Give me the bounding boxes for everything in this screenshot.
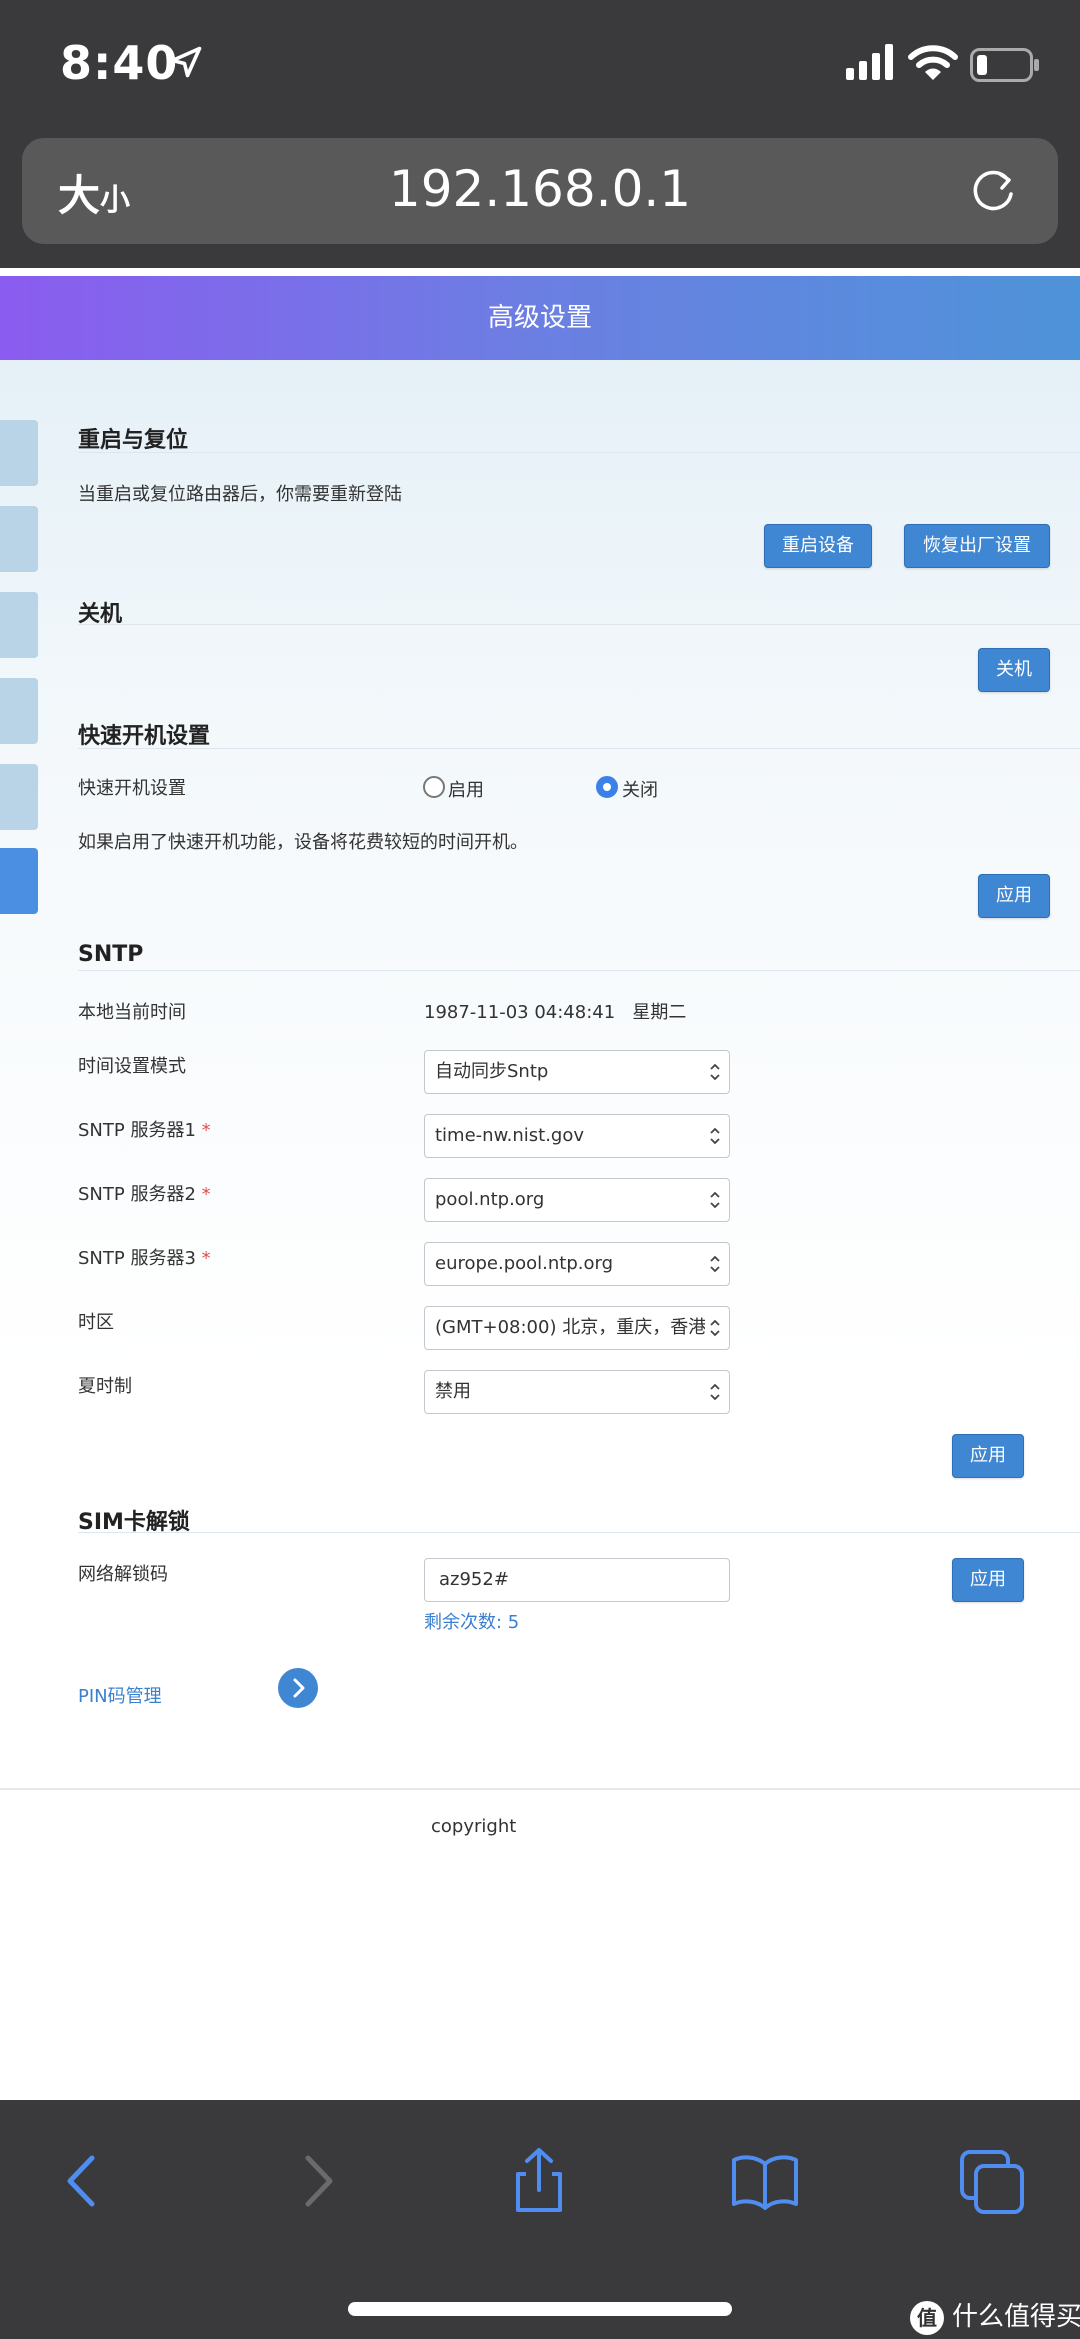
chevron-updown-icon [710,1255,720,1273]
time-mode-value: 自动同步Sntp [435,1061,549,1082]
watermark: 值什么值得买 [910,2296,1080,2335]
section-divider [78,624,1080,625]
sntp-server1-label-text: SNTP 服务器1 [78,1120,196,1141]
unlock-code-value: az952# [439,1569,509,1590]
back-icon[interactable] [48,2146,118,2216]
dst-label: 夏时制 [78,1376,132,1397]
reload-icon[interactable] [966,164,1020,218]
dst-select[interactable]: 禁用 [424,1370,730,1414]
sntp-server3-label-text: SNTP 服务器3 [78,1248,196,1269]
local-time-value: 1987-11-03 04:48:41 星期二 [424,1002,687,1023]
sntp-server1-value: time-nw.nist.gov [435,1125,585,1146]
required-mark: * [201,1184,211,1205]
sntp-apply-button[interactable]: 应用 [952,1434,1024,1478]
sidebar-tab-3[interactable] [0,592,38,658]
sidebar-tab-1[interactable] [0,420,38,486]
required-mark: * [201,1120,211,1141]
page-top-line [0,270,1080,274]
sidebar-tab-4[interactable] [0,678,38,744]
forward-icon[interactable] [282,2146,352,2216]
bookmarks-icon[interactable] [730,2146,800,2216]
timezone-value: (GMT+08:00) 北京，重庆，香港特 [435,1317,705,1338]
timezone-select[interactable]: (GMT+08:00) 北京，重庆，香港特 [424,1306,730,1350]
sidebar-tab-2[interactable] [0,506,38,572]
unlock-code-label: 网络解锁码 [78,1564,168,1585]
sidebar-tab-6-active[interactable] [0,848,38,914]
fast-boot-section-title: 快速开机设置 [78,724,211,749]
url-text[interactable]: 192.168.0.1 [22,160,1058,218]
address-bar[interactable]: 大小 192.168.0.1 [22,138,1058,244]
settings-content: 重启与复位 当重启或复位路由器后，你需要重新登陆 重启设备 恢复出厂设置 关机 … [0,360,1080,1800]
factory-reset-button[interactable]: 恢复出厂设置 [904,524,1050,568]
sntp-server3-value: europe.pool.ntp.org [435,1253,614,1274]
chevron-updown-icon [710,1319,720,1337]
timezone-label: 时区 [78,1312,114,1333]
fast-boot-label: 快速开机设置 [78,778,186,799]
sim-unlock-apply-button[interactable]: 应用 [952,1558,1024,1602]
sidebar-tab-5[interactable] [0,764,38,830]
remaining-attempts: 剩余次数: 5 [424,1612,520,1633]
shutdown-button[interactable]: 关机 [978,648,1050,692]
status-bar: 8:40 [0,0,1080,130]
fast-boot-on-radio[interactable] [423,776,445,798]
time-mode-select[interactable]: 自动同步Sntp [424,1050,730,1094]
pin-manage-link[interactable]: PIN码管理 [78,1682,162,1708]
restart-button[interactable]: 重启设备 [764,524,872,568]
chevron-updown-icon [710,1383,720,1401]
section-divider [78,452,1080,453]
sntp-section-title: SNTP [78,942,144,967]
fast-boot-off-radio[interactable] [596,776,618,798]
share-icon[interactable] [504,2146,574,2216]
cellular-signal-icon [846,44,893,80]
browser-chrome: 大小 192.168.0.1 [0,130,1080,268]
watermark-text: 什么值得买 [952,2302,1080,2332]
tabs-icon[interactable] [958,2146,1028,2216]
chevron-updown-icon [710,1063,720,1081]
time-mode-label: 时间设置模式 [78,1056,186,1077]
chevron-updown-icon [710,1127,720,1145]
wifi-icon [908,45,958,80]
battery-icon [970,48,1039,82]
section-divider [78,970,1080,971]
sntp-server3-select[interactable]: europe.pool.ntp.org [424,1242,730,1286]
unlock-code-input[interactable]: az952# [424,1558,730,1602]
location-arrow-icon [170,46,202,78]
status-time: 8:40 [60,36,179,90]
web-page: 高级设置 重启与复位 当重启或复位路由器后，你需要重新登陆 重启设备 恢复出厂设… [0,270,1080,2100]
page-title: 高级设置 [0,276,1080,360]
fast-boot-off-label: 关闭 [622,780,658,801]
reboot-section-title: 重启与复位 [78,428,189,453]
sntp-server1-label: SNTP 服务器1 * [78,1116,211,1142]
section-divider [78,748,1080,749]
sntp-server2-label: SNTP 服务器2 * [78,1180,211,1206]
fast-boot-apply-button[interactable]: 应用 [978,874,1050,918]
fast-boot-on-label: 启用 [448,780,484,801]
sntp-server3-label: SNTP 服务器3 * [78,1244,211,1270]
fast-boot-note: 如果启用了快速开机功能，设备将花费较短的时间开机。 [78,832,528,853]
watermark-badge: 值 [910,2300,944,2335]
sntp-server2-label-text: SNTP 服务器2 [78,1184,196,1205]
local-time-label: 本地当前时间 [78,1002,186,1023]
section-divider [78,1532,1080,1533]
dst-value: 禁用 [435,1381,471,1402]
home-indicator[interactable] [348,2302,732,2316]
copyright-text: copyright [431,1816,517,1837]
sntp-server2-value: pool.ntp.org [435,1189,545,1210]
required-mark: * [201,1248,211,1269]
footer-divider [0,1788,1080,1790]
chevron-right-icon[interactable] [278,1668,318,1708]
sntp-server1-select[interactable]: time-nw.nist.gov [424,1114,730,1158]
chevron-updown-icon [710,1191,720,1209]
reboot-note: 当重启或复位路由器后，你需要重新登陆 [78,484,402,505]
sntp-server2-select[interactable]: pool.ntp.org [424,1178,730,1222]
